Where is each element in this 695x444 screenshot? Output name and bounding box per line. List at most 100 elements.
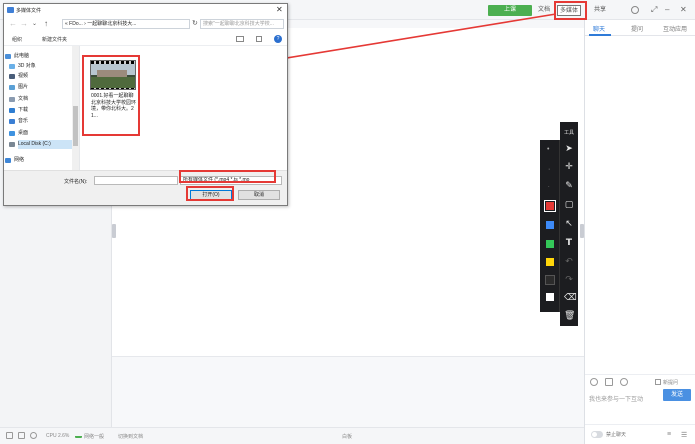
redo-icon[interactable]: ↷ — [564, 275, 574, 285]
mic-icon[interactable] — [6, 432, 13, 439]
camera-icon[interactable] — [18, 432, 25, 439]
user-icon[interactable] — [620, 378, 628, 386]
nav-pictures[interactable]: 图片 — [9, 83, 76, 92]
nav-documents[interactable]: 文档 — [9, 95, 76, 104]
view-options-icon[interactable] — [236, 36, 244, 42]
nav-downloads[interactable]: 下载 — [9, 106, 76, 115]
chat-input[interactable]: 我也来参与一下互动 — [589, 394, 643, 403]
color-swatch-blue[interactable] — [546, 221, 554, 229]
drive-icon — [9, 142, 15, 147]
network-status: 网络一般 — [84, 434, 105, 440]
nav-label: 视频 — [18, 73, 29, 79]
switch-to-doc[interactable]: 切换到文档 — [118, 433, 143, 440]
tab-interactive-apps[interactable]: 互动应用 — [663, 24, 687, 33]
active-tab-indicator — [589, 34, 611, 36]
nav-scrollbar-thumb[interactable] — [73, 106, 78, 146]
fullscreen-icon[interactable]: ⤢ — [651, 4, 657, 15]
network-icon — [5, 158, 11, 163]
whiteboard-label: 白板 — [342, 434, 353, 440]
nav-label: 音乐 — [18, 118, 29, 124]
filetype-highlight — [179, 170, 276, 183]
video-folder-icon — [9, 74, 15, 79]
filename-input[interactable] — [94, 176, 178, 185]
nav-network[interactable]: 网络 — [5, 156, 72, 165]
rectangle-icon[interactable]: ▢ — [564, 200, 574, 210]
status-bar: CPU 2.6% 网络一般 切换到文档 白板 — [0, 427, 584, 444]
left-collapse-handle[interactable] — [112, 224, 116, 238]
open-button-highlight — [186, 186, 234, 201]
forward-icon[interactable]: → — [20, 19, 28, 29]
chat-footer: 禁止聊天 ≡ ☰ — [585, 424, 695, 444]
up-icon[interactable]: ↑ — [44, 19, 48, 29]
color-swatch-red[interactable] — [544, 200, 556, 212]
send-button[interactable]: 发送 — [663, 389, 691, 401]
size-large-dot[interactable]: • — [547, 146, 549, 153]
signal-icon — [75, 432, 82, 438]
size-medium-dot[interactable]: · — [548, 166, 550, 173]
filter-icon[interactable]: ≡ — [667, 431, 671, 438]
color-swatch-yellow[interactable] — [546, 258, 554, 266]
speaker-icon[interactable] — [30, 432, 37, 439]
nav-label: 下载 — [18, 107, 29, 113]
pointer-icon[interactable]: ➤ — [564, 144, 574, 154]
documents-folder-icon — [9, 97, 15, 102]
tab-questions[interactable]: 提问 — [631, 24, 643, 33]
image-icon[interactable] — [605, 378, 613, 386]
pen-icon[interactable]: ✎ — [564, 181, 574, 191]
undo-icon[interactable]: ↶ — [564, 257, 574, 267]
nav-label: 此电脑 — [14, 53, 30, 59]
nav-label: 3D 对象 — [18, 63, 36, 69]
nav-scrollbar[interactable] — [72, 46, 79, 170]
settings-icon[interactable] — [631, 6, 639, 14]
size-small-dot[interactable]: · — [548, 184, 550, 191]
nav-videos[interactable]: 视频 — [9, 72, 76, 81]
color-swatch-white[interactable] — [546, 293, 554, 301]
organize-button[interactable]: 组织 — [12, 36, 22, 43]
file-highlight — [82, 55, 140, 136]
cube-icon — [9, 64, 15, 69]
refresh-icon[interactable]: ↻ — [192, 20, 198, 28]
recent-dropdown-icon[interactable]: ⌄ — [32, 19, 37, 29]
nav-desktop[interactable]: 桌面 — [9, 129, 76, 138]
document-button[interactable]: 文档 — [538, 5, 550, 16]
nav-label: 网络 — [14, 157, 25, 163]
nav-this-pc[interactable]: 此电脑 — [5, 52, 72, 61]
close-icon[interactable]: ✕ — [680, 4, 687, 15]
cpu-usage: CPU 2.6% — [46, 433, 70, 439]
drawing-toolbar: ➤ ✛ ✎ ▢ ↖ T ↶ ↷ ⌫ 🗑 — [560, 140, 578, 326]
dialog-close-icon[interactable]: ✕ — [276, 5, 283, 15]
question-checkbox[interactable] — [655, 379, 661, 385]
dialog-title: 多媒体文件 — [16, 8, 42, 14]
dialog-app-icon — [7, 7, 14, 13]
minimize-icon[interactable]: – — [665, 4, 669, 15]
share-button[interactable]: 共享 — [594, 5, 606, 16]
cancel-button[interactable]: 取消 — [238, 190, 280, 200]
nav-music[interactable]: 音乐 — [9, 117, 76, 126]
color-swatch-green[interactable] — [546, 240, 554, 248]
right-tabs: 聊天 提问 互动应用 — [585, 20, 695, 36]
help-icon[interactable]: ? — [274, 35, 282, 43]
more-icon[interactable]: ☰ — [681, 431, 687, 439]
dialog-navbar: ← → ⌄ ↑ « FDo... › 一起聊聊北京科技大... ↻ 搜索"一起聊… — [4, 16, 287, 32]
downloads-folder-icon — [9, 108, 15, 113]
preview-pane-icon[interactable] — [256, 36, 262, 42]
eraser-icon[interactable]: ⌫ — [564, 293, 577, 303]
new-folder-button[interactable]: 新建文件夹 — [42, 36, 67, 43]
back-icon[interactable]: ← — [9, 19, 17, 29]
trash-icon[interactable]: 🗑 — [564, 311, 575, 321]
address-bar[interactable]: « FDo... › 一起聊聊北京科技大... — [62, 19, 190, 29]
mute-chat-toggle[interactable] — [591, 431, 603, 438]
laser-icon[interactable]: ✛ — [564, 162, 574, 172]
emoji-icon[interactable] — [590, 378, 598, 386]
tab-chat[interactable]: 聊天 — [593, 24, 605, 33]
nav-local-disk[interactable]: Local Disk (C:) — [9, 140, 76, 149]
color-swatch-black[interactable] — [545, 275, 555, 285]
start-class-button[interactable]: 上课 — [488, 5, 532, 16]
multimedia-highlight — [554, 1, 587, 20]
desktop-folder-icon — [9, 131, 15, 136]
search-input[interactable]: 搜索"一起聊聊北京科技大学校... — [200, 19, 284, 29]
nav-3d-objects[interactable]: 3D 对象 — [9, 62, 76, 71]
text-icon[interactable]: T — [564, 238, 574, 248]
chat-tools: 新提问 — [585, 374, 695, 388]
line-icon[interactable]: ↖ — [564, 219, 574, 229]
